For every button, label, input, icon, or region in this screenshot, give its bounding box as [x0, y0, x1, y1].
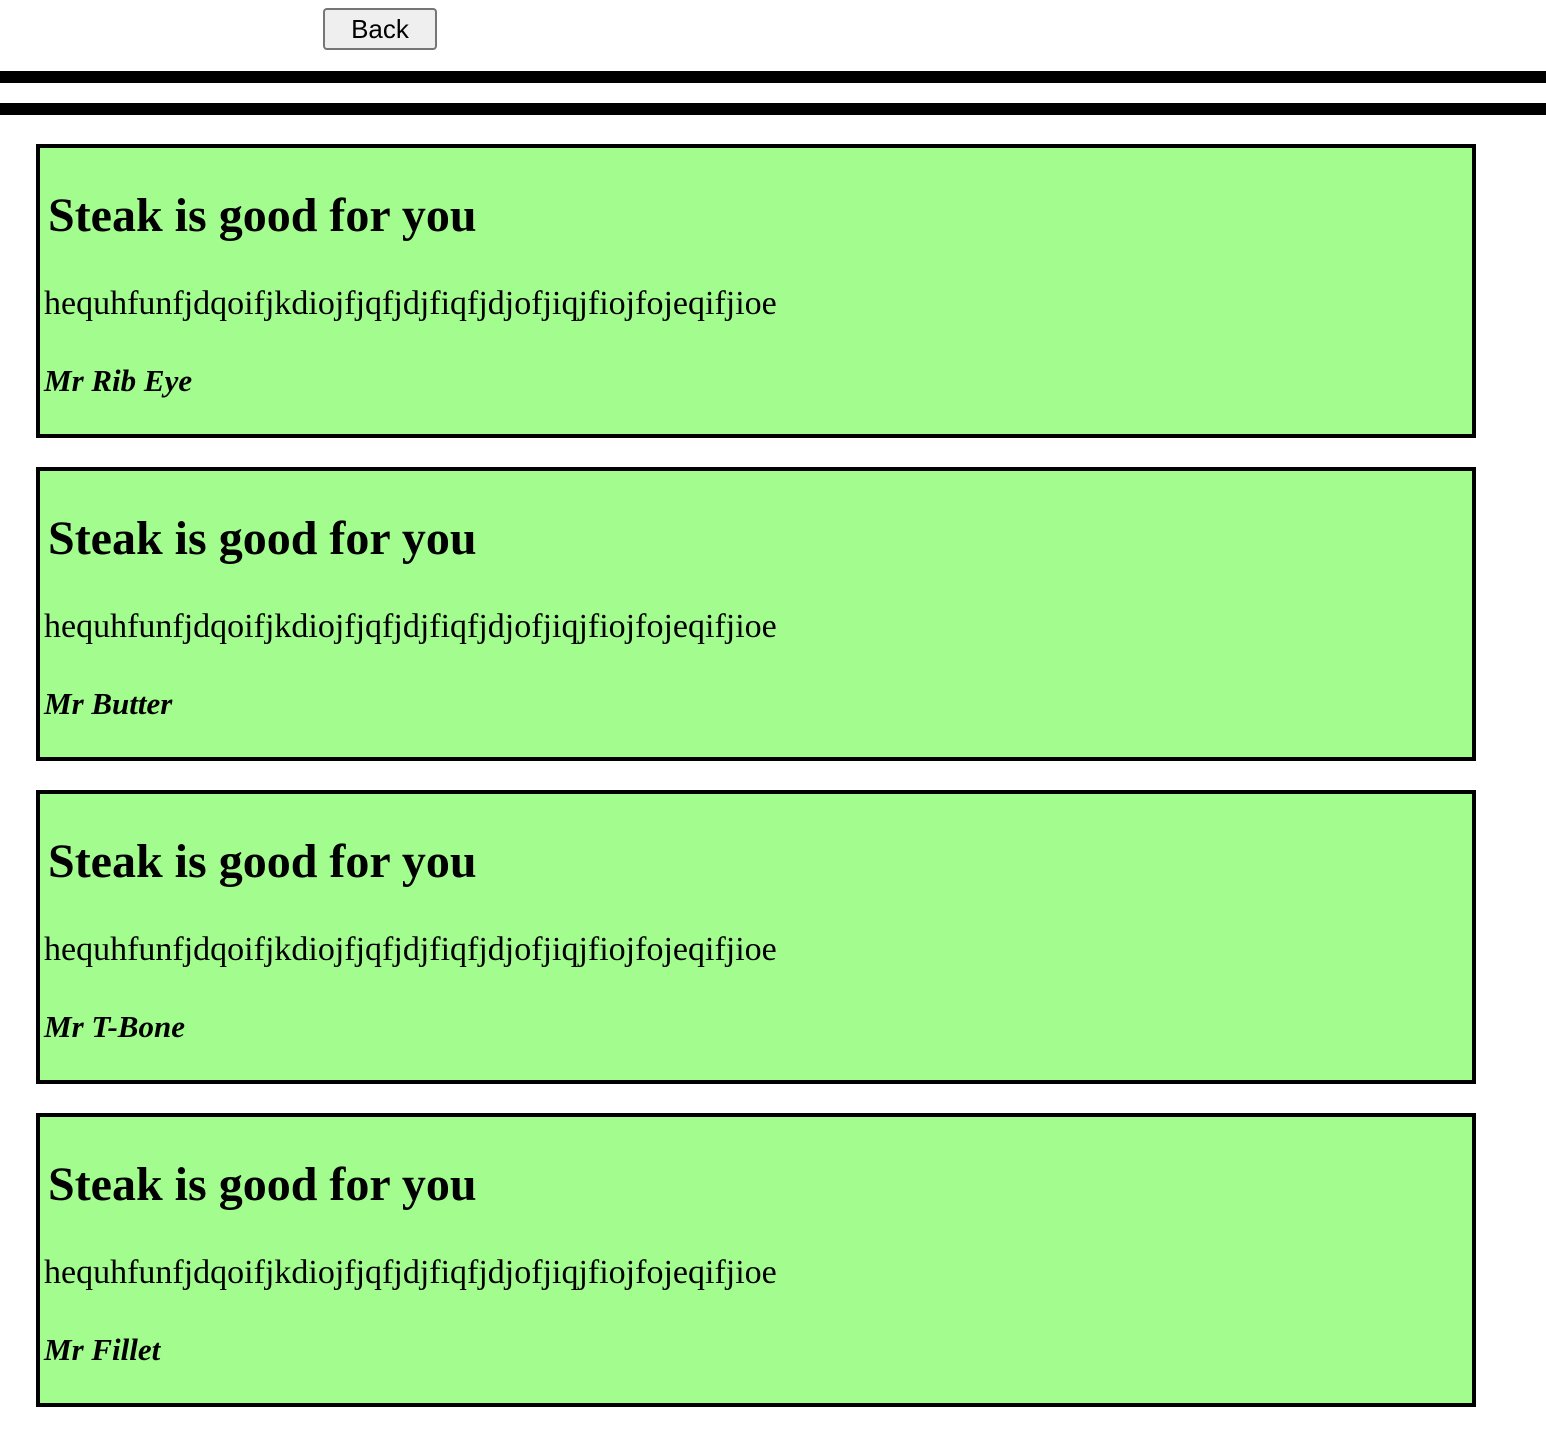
divider-top — [0, 71, 1546, 83]
post-card: Steak is good for you hequhfunfjdqoifjkd… — [36, 144, 1476, 438]
back-button[interactable]: Back — [323, 8, 437, 50]
post-title: Steak is good for you — [48, 512, 477, 565]
post-body: hequhfunfjdqoifjkdiojfjqfjdjfiqfjdjofjiq… — [44, 608, 777, 645]
post-author: Mr T-Bone — [44, 1009, 185, 1044]
post-author: Mr Butter — [44, 686, 173, 721]
post-title: Steak is good for you — [48, 189, 477, 242]
post-title: Steak is good for you — [48, 835, 477, 888]
divider-bottom — [0, 103, 1546, 115]
post-card: Steak is good for you hequhfunfjdqoifjkd… — [36, 790, 1476, 1084]
post-list: Steak is good for you hequhfunfjdqoifjkd… — [36, 144, 1476, 1436]
post-card: Steak is good for you hequhfunfjdqoifjkd… — [36, 467, 1476, 761]
post-card: Steak is good for you hequhfunfjdqoifjkd… — [36, 1113, 1476, 1407]
post-body: hequhfunfjdqoifjkdiojfjqfjdjfiqfjdjofjiq… — [44, 1254, 777, 1291]
post-body: hequhfunfjdqoifjkdiojfjqfjdjfiqfjdjofjiq… — [44, 285, 777, 322]
post-author: Mr Rib Eye — [44, 363, 193, 398]
post-author: Mr Fillet — [44, 1332, 161, 1367]
post-body: hequhfunfjdqoifjkdiojfjqfjdjfiqfjdjofjiq… — [44, 931, 777, 968]
top-bar: Back — [0, 0, 1546, 70]
post-title: Steak is good for you — [48, 1158, 477, 1211]
